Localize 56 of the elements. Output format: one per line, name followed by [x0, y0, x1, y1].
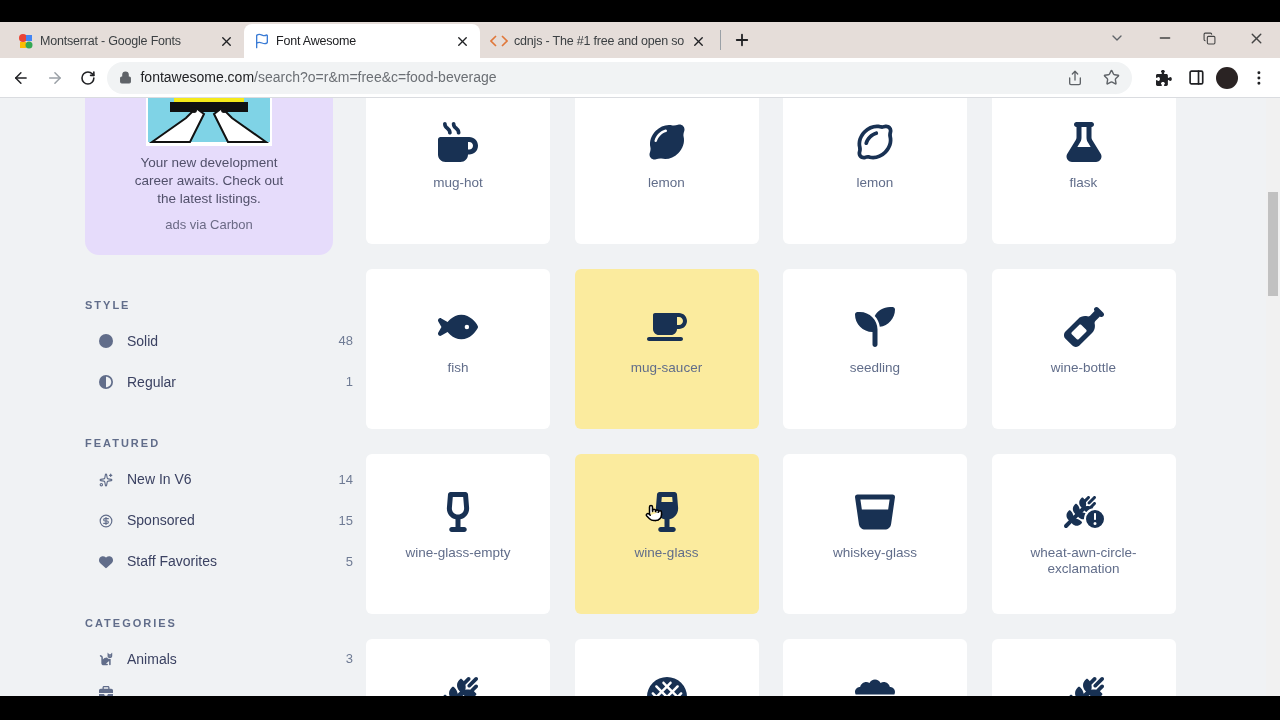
filter-count: 1 — [345, 373, 354, 392]
section-heading: CATEGORIES — [85, 615, 178, 631]
section-heading: STYLE — [85, 297, 132, 313]
icon-card[interactable]: mug-saucer — [574, 269, 759, 429]
filter-label: Solid — [127, 331, 160, 351]
icon-label: lemon — [855, 175, 895, 191]
icon-label: fish — [446, 360, 470, 376]
filter-item[interactable]: New In V6 14 — [85, 466, 354, 493]
tab-title: Font Awesome — [276, 32, 358, 50]
filter-item[interactable]: Regular 1 — [85, 369, 354, 395]
filter-count: 3 — [345, 650, 354, 669]
tab-title: cdnjs - The #1 free and open so — [514, 32, 685, 50]
filter-count: 14 — [338, 470, 354, 489]
icon-card[interactable]: whiskey-glass — [783, 454, 967, 614]
ad-text[interactable]: Your new development career awaits. Check out the latest listings. — [124, 154, 294, 208]
icon-card[interactable]: mug-hot — [366, 98, 550, 244]
filter-item[interactable]: Solid 48 — [85, 328, 354, 354]
browser-tab[interactable]: Montserrat - Google Fonts — [8, 24, 244, 58]
icon-card[interactable]: wine-bottle — [991, 269, 1176, 429]
icon-label: whiskey-glass — [832, 545, 918, 561]
icon-label: wine-glass — [633, 545, 700, 561]
icon-card[interactable]: lemon — [574, 98, 759, 244]
tab-title: Montserrat - Google Fonts — [40, 32, 182, 50]
filter-item[interactable]: Staff Favorites 5 — [85, 548, 354, 575]
filter-count: 15 — [338, 511, 354, 530]
filter-label: New In V6 — [127, 470, 193, 489]
icon-card[interactable]: wine-glass — [574, 454, 759, 614]
icon-label: wine-glass-empty — [404, 545, 512, 561]
icon-card[interactable]: seedling — [783, 269, 967, 429]
icon-label: wine-bottle — [1049, 360, 1118, 376]
icon-label: mug-hot — [432, 175, 484, 191]
address-bar[interactable]: fontawesome.com/search?o=r&m=free&c=food-beverage — [107, 61, 1132, 94]
browser-tab[interactable]: Font Awesome — [244, 24, 480, 58]
section-heading: FEATURED — [85, 436, 162, 451]
filter-label: Animals — [127, 649, 178, 669]
filter-count: 5 — [345, 552, 354, 571]
icon-label: mug-saucer — [629, 360, 704, 376]
icon-label: seedling — [848, 360, 902, 376]
browser-tab[interactable]: cdnjs - The #1 free and open so — [480, 24, 716, 58]
icon-card[interactable]: lemon — [783, 98, 967, 244]
filter-item[interactable]: Animals 3 — [85, 646, 354, 672]
filter-label: Sponsored — [127, 511, 196, 530]
ad-card[interactable]: Your new development career awaits. Check out the latest listings. ads via Carbon — [85, 98, 333, 255]
ad-source[interactable]: ads via Carbon — [165, 215, 253, 235]
icon-card[interactable]: wheat-awn-circle-exclamation — [991, 454, 1176, 614]
filter-label: Regular — [127, 372, 178, 392]
icon-label: flask — [1068, 175, 1099, 191]
filter-label: Staff Favorites — [127, 552, 218, 571]
icon-card[interactable]: fish — [366, 269, 550, 429]
icon-label: lemon — [647, 175, 686, 191]
icon-label: wheat-awn-circle-exclamation — [1029, 545, 1138, 577]
filter-count: 48 — [338, 332, 354, 351]
icon-card[interactable]: flask — [991, 98, 1176, 244]
icon-card[interactable]: wine-glass-empty — [366, 454, 550, 614]
filter-item[interactable]: Sponsored 15 — [85, 507, 354, 534]
url-text: fontawesome.com/search?o=r&m=free&c=food-beverage — [140, 68, 497, 87]
